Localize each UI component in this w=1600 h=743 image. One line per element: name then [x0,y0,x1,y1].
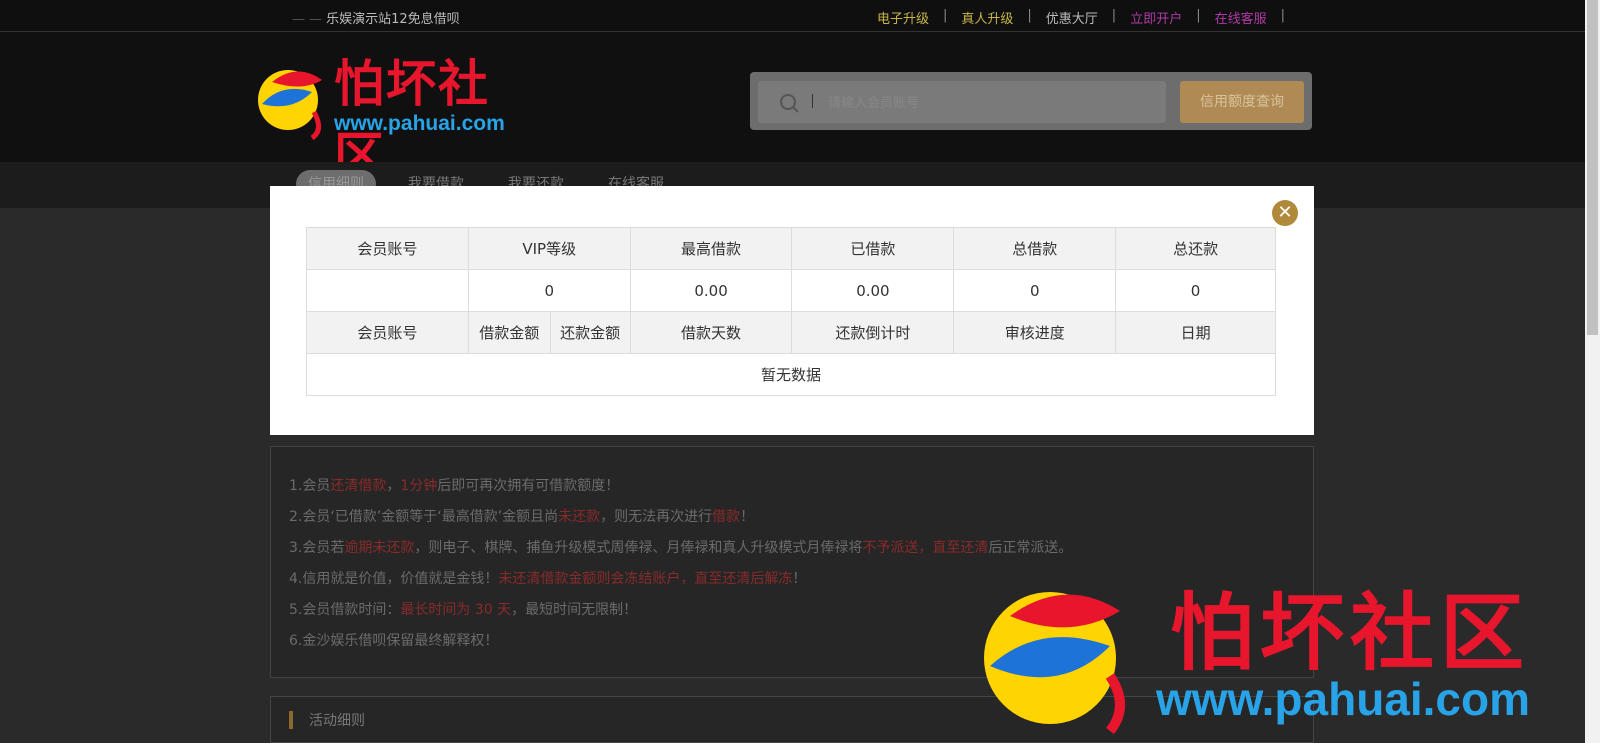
header-cell: 总借款 [953,227,1117,270]
header-cell: VIP等级 [467,227,631,270]
value-cell: 0 [953,269,1117,312]
rule-5: 5.会员借款时间：最长时间为 30 天，最短时间无限制！ [289,602,638,618]
summary-header-row: 会员账号 VIP等级 最高借款 已借款 总借款 总还款 [306,227,1276,270]
search-box: 请输入会员账号 信用额度查询 [750,72,1312,130]
value-cell: 0.00 [629,269,793,312]
header-cell: 会员账号 [306,311,469,354]
search-icon [778,92,799,113]
rule-3: 3.会员若逾期未还款，则电子、棋牌、捕鱼升级模式周俸禄、月俸禄和真人升级模式月俸… [289,540,1073,556]
rule-4: 4.信用就是价值，价值就是金钱！未还清借款金额则会冻结账户，直至还清后解冻！ [289,571,807,587]
header-cell: 最高借款 [629,227,793,270]
value-cell: 0 [467,269,631,312]
empty-message: 暂无数据 [306,353,1276,396]
nav-electronic-upgrade[interactable]: 电子升级 [863,8,943,27]
close-icon[interactable]: ✕ [1272,200,1298,226]
top-nav: 电子升级 | 真人升级 | 优惠大厅 | 立即开户 | 在线客服 | [863,8,1285,27]
top-bar: — — 乐娱演示站12免息借呗 电子升级 | 真人升级 | 优惠大厅 | 立即开户 | 在… [0,0,1585,32]
credit-table: 会员账号 VIP等级 最高借款 已借款 总借款 总还款 0 0.00 0.00 … [306,227,1276,396]
credit-query-button[interactable]: 信用额度查询 [1180,81,1304,123]
text-cursor [812,94,813,108]
value-cell: 0.00 [791,269,955,312]
watermark-url: www.pahuai.com [1156,673,1531,725]
site-name: — — 乐娱演示站12免息借呗 [292,12,460,27]
nav-promotions[interactable]: 优惠大厅 [1032,8,1112,27]
header-cell: 日期 [1115,311,1276,354]
header-cell: 借款金额 [467,311,551,354]
watermark-text: 怕坏社区 [1170,583,1531,682]
detail-header-row: 会员账号 借款金额 还款金额 借款天数 还款倒计时 审核进度 日期 [306,311,1276,354]
nav-open-account[interactable]: 立即开户 [1116,8,1196,27]
fish-watermark-icon [984,592,1125,735]
value-cell: 0 [1115,269,1276,312]
summary-value-row: 0 0.00 0.00 0 0 [306,269,1276,312]
rule-2: 2.会员‘已借款’金额等于‘最高借款’金额且尚未还款，则无法再次进行借款！ [289,509,755,525]
search-placeholder: 请输入会员账号 [828,96,920,111]
value-cell [306,269,469,312]
header-cell: 还款倒计时 [791,311,955,354]
header: 怕坏社区 www.pahuai.com 请输入会员账号 信用额度查询 [0,32,1585,185]
header-cell: 会员账号 [306,227,469,270]
rule-6: 6.金沙娱乐借呗保留最终解释权！ [289,633,499,649]
fish-logo-icon [258,70,322,141]
section-marker [289,711,293,729]
logo[interactable]: 怕坏社区 www.pahuai.com [252,44,532,185]
header-cell: 借款天数 [629,311,793,354]
watermark: 怕坏社区 www.pahuai.com [970,566,1590,743]
header-cell: 总还款 [1115,227,1276,270]
activity-title[interactable]: 活动细则 [309,710,365,730]
search-input[interactable] [758,81,1166,123]
nav-online-service[interactable]: 在线客服 [1201,8,1281,27]
credit-modal: ✕ 会员账号 VIP等级 最高借款 已借款 总借款 总还款 0 0.00 0.0… [270,186,1314,435]
header-cell: 已借款 [791,227,955,270]
header-cell: 审核进度 [953,311,1117,354]
nav-live-upgrade[interactable]: 真人升级 [947,8,1027,27]
empty-row: 暂无数据 [306,353,1276,396]
scrollbar-thumb[interactable] [1587,0,1598,335]
rule-1: 1.会员还清借款，1分钟后即可再次拥有可借款额度！ [289,478,620,494]
logo-url: www.pahuai.com [334,112,505,135]
header-cell: 还款金额 [549,311,631,354]
